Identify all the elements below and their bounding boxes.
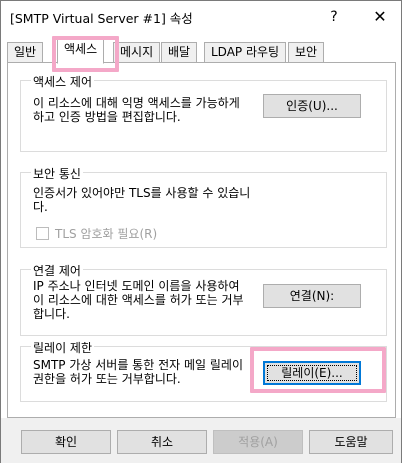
button-label: 인증(U)... xyxy=(286,99,338,113)
cancel-button[interactable]: 취소 xyxy=(117,430,207,454)
group-title: 릴레이 제한 xyxy=(31,339,95,356)
focus-rectangle xyxy=(267,365,357,381)
secure-communication-description: 인증서가 있어야만 TLS를 사용할 수 있습니 다. xyxy=(33,186,251,214)
tab-label: 일반 xyxy=(14,45,37,59)
tab-delivery[interactable]: 배달 xyxy=(161,42,198,63)
secure-communication-group: 보안 통신 인증서가 있어야만 TLS를 사용할 수 있습니 다. TLS 암호… xyxy=(20,165,387,248)
tab-strip: 일반 액세스 메시지 배달 LDAP 라우팅 보안 xyxy=(7,39,397,64)
button-label: 도움말 xyxy=(334,435,368,449)
tab-security[interactable]: 보안 xyxy=(288,42,325,63)
close-button-label: ✕ xyxy=(373,7,387,26)
help-button[interactable]: 도움말 xyxy=(309,430,393,454)
button-label: 연결(N): xyxy=(289,289,335,303)
tab-general[interactable]: 일반 xyxy=(7,42,44,63)
connection-button[interactable]: 연결(N): xyxy=(263,284,361,308)
help-button-label: ? xyxy=(330,8,338,25)
tab-label: 액세스 xyxy=(64,42,98,56)
relay-button[interactable]: 릴레이(E)... xyxy=(263,361,361,385)
require-tls-checkbox[interactable] xyxy=(36,227,49,240)
tab-label: 메시지 xyxy=(120,45,154,59)
button-label: 적용(A) xyxy=(238,435,278,449)
group-title: 보안 통신 xyxy=(31,165,83,182)
access-control-description: 이 리소스에 대해 익명 액세스를 가능하게 하고 인증 방법을 편집합니다. xyxy=(33,96,240,124)
title-bar[interactable]: [SMTP Virtual Server #1] 속성 ? ✕ xyxy=(1,1,401,32)
tab-label: LDAP 라우팅 xyxy=(211,45,280,59)
group-title: 연결 제어 xyxy=(31,262,83,279)
tab-label: 보안 xyxy=(295,45,318,59)
tab-access[interactable]: 액세스 xyxy=(57,39,105,64)
close-icon[interactable]: ✕ xyxy=(363,3,397,30)
tab-messages[interactable]: 메시지 xyxy=(113,42,161,63)
tab-label: 배달 xyxy=(168,45,191,59)
properties-dialog: [SMTP Virtual Server #1] 속성 ? ✕ 일반 액세스 메… xyxy=(0,0,402,463)
require-tls-label: TLS 암호화 필요(R) xyxy=(55,227,158,241)
relay-restrictions-group: 릴레이 제한 SMTP 가상 서버를 통한 전자 메일 릴레이 권한을 허가 또… xyxy=(20,339,387,402)
button-label: 확인 xyxy=(54,435,78,449)
relay-restrictions-description: SMTP 가상 서버를 통한 전자 메일 릴레이 권한을 허가 또는 거부합니다… xyxy=(33,358,243,386)
connection-control-group: 연결 제어 IP 주소나 인터넷 도메인 이름을 사용하여 이 리소스에 대한 … xyxy=(20,262,387,336)
group-title: 액세스 제어 xyxy=(31,73,95,90)
tab-ldap-routing[interactable]: LDAP 라우팅 xyxy=(204,42,287,63)
access-tab-panel: 액세스 제어 이 리소스에 대해 익명 액세스를 가능하게 하고 인증 방법을 … xyxy=(7,62,396,418)
authentication-button[interactable]: 인증(U)... xyxy=(263,94,361,118)
apply-button[interactable]: 적용(A) xyxy=(213,430,303,454)
require-tls-option[interactable]: TLS 암호화 필요(R) xyxy=(36,225,157,242)
button-label: 취소 xyxy=(150,435,174,449)
access-control-group: 액세스 제어 이 리소스에 대해 익명 액세스를 가능하게 하고 인증 방법을 … xyxy=(20,73,387,152)
window-title: [SMTP Virtual Server #1] 속성 xyxy=(10,11,193,26)
dialog-button-bar: 확인 취소 적용(A) 도움말 xyxy=(1,418,401,463)
question-icon[interactable]: ? xyxy=(317,3,351,30)
connection-control-description: IP 주소나 인터넷 도메인 이름을 사용하여 이 리소스에 대한 액세스를 허… xyxy=(33,279,244,321)
ok-button[interactable]: 확인 xyxy=(21,430,111,454)
